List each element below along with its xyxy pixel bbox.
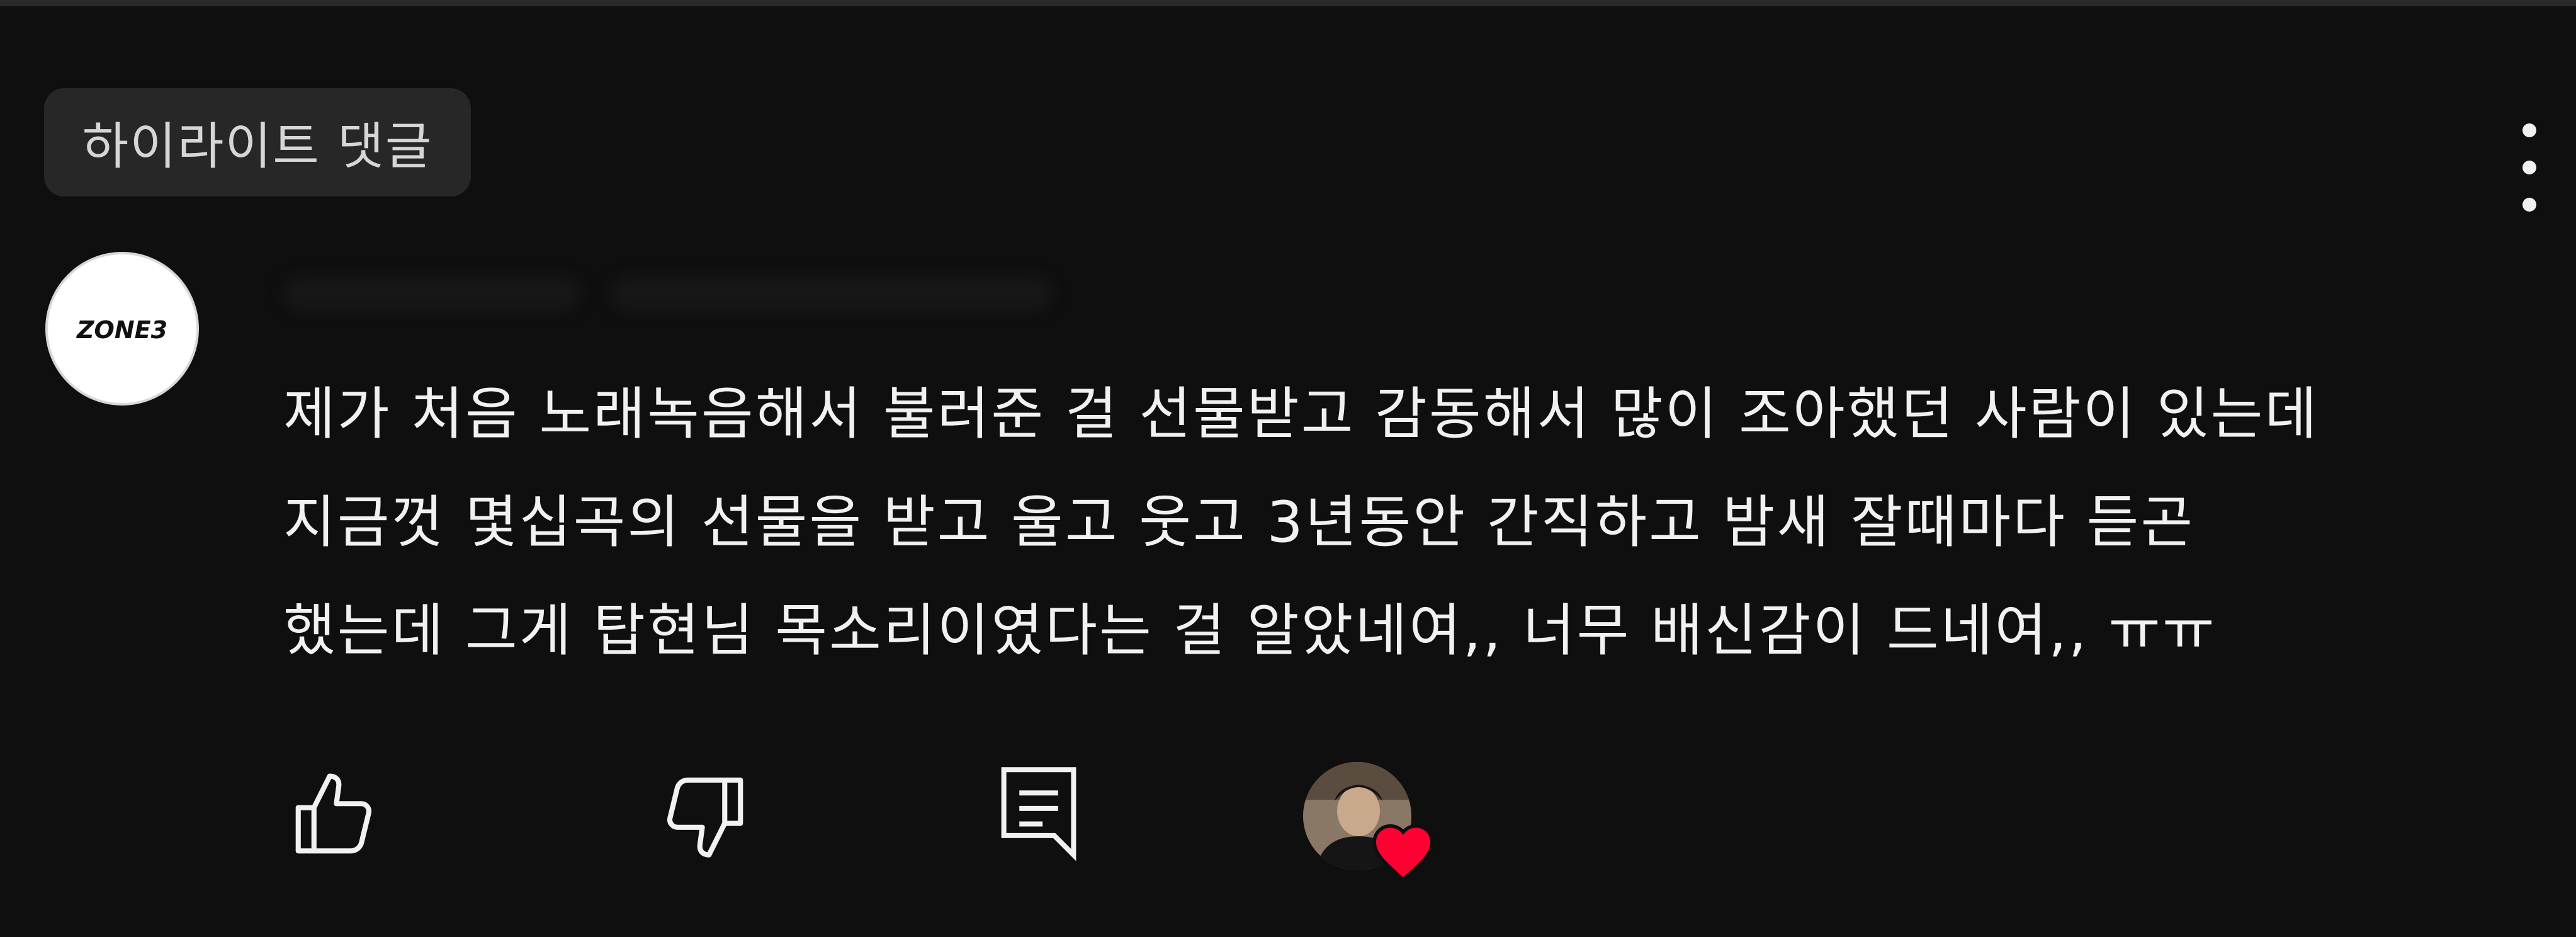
comment-line-1: 제가 처음 노래녹음해서 불러준 걸 선물받고 감동해서 많이 조아했던 사람이… bbox=[283, 381, 2319, 447]
comment-icon bbox=[1001, 767, 1076, 861]
heart-icon bbox=[1369, 817, 1438, 887]
comment-line-2: 지금껏 몇십곡의 선물을 받고 울고 웃고 3년동안 간직하고 밤새 잘때마다 … bbox=[283, 489, 2195, 555]
author-avatar[interactable]: ZONE3 bbox=[45, 252, 199, 406]
thumb-up-icon bbox=[295, 773, 372, 854]
more-options-icon[interactable] bbox=[2492, 123, 2567, 212]
comment-panel: 하이라이트 댓글 ZONE3 제가 처음 노래녹음해서 불러준 걸 선물받고 감… bbox=[0, 0, 2576, 937]
reply-button[interactable] bbox=[982, 756, 1095, 869]
comment-text: 제가 처음 노래녹음해서 불러준 걸 선물받고 감동해서 많이 조아했던 사람이… bbox=[283, 360, 2537, 685]
thumb-down-icon bbox=[667, 777, 743, 858]
highlighted-comment-label: 하이라이트 댓글 bbox=[82, 117, 433, 176]
zone3-logo: ZONE3 bbox=[76, 316, 167, 344]
highlighted-comment-chip: 하이라이트 댓글 bbox=[44, 88, 471, 196]
top-divider bbox=[0, 0, 2576, 6]
comment-line-3: 했는데 그게 탑현님 목소리이였다는 걸 알았네여,, 너무 배신감이 드네여,… bbox=[283, 598, 2217, 664]
like-button[interactable] bbox=[277, 762, 390, 869]
creator-heart bbox=[1303, 762, 1454, 888]
avatar-logo-text: ZONE3 bbox=[76, 316, 167, 344]
dislike-button[interactable] bbox=[648, 762, 762, 869]
author-name-redacted bbox=[283, 258, 1165, 327]
